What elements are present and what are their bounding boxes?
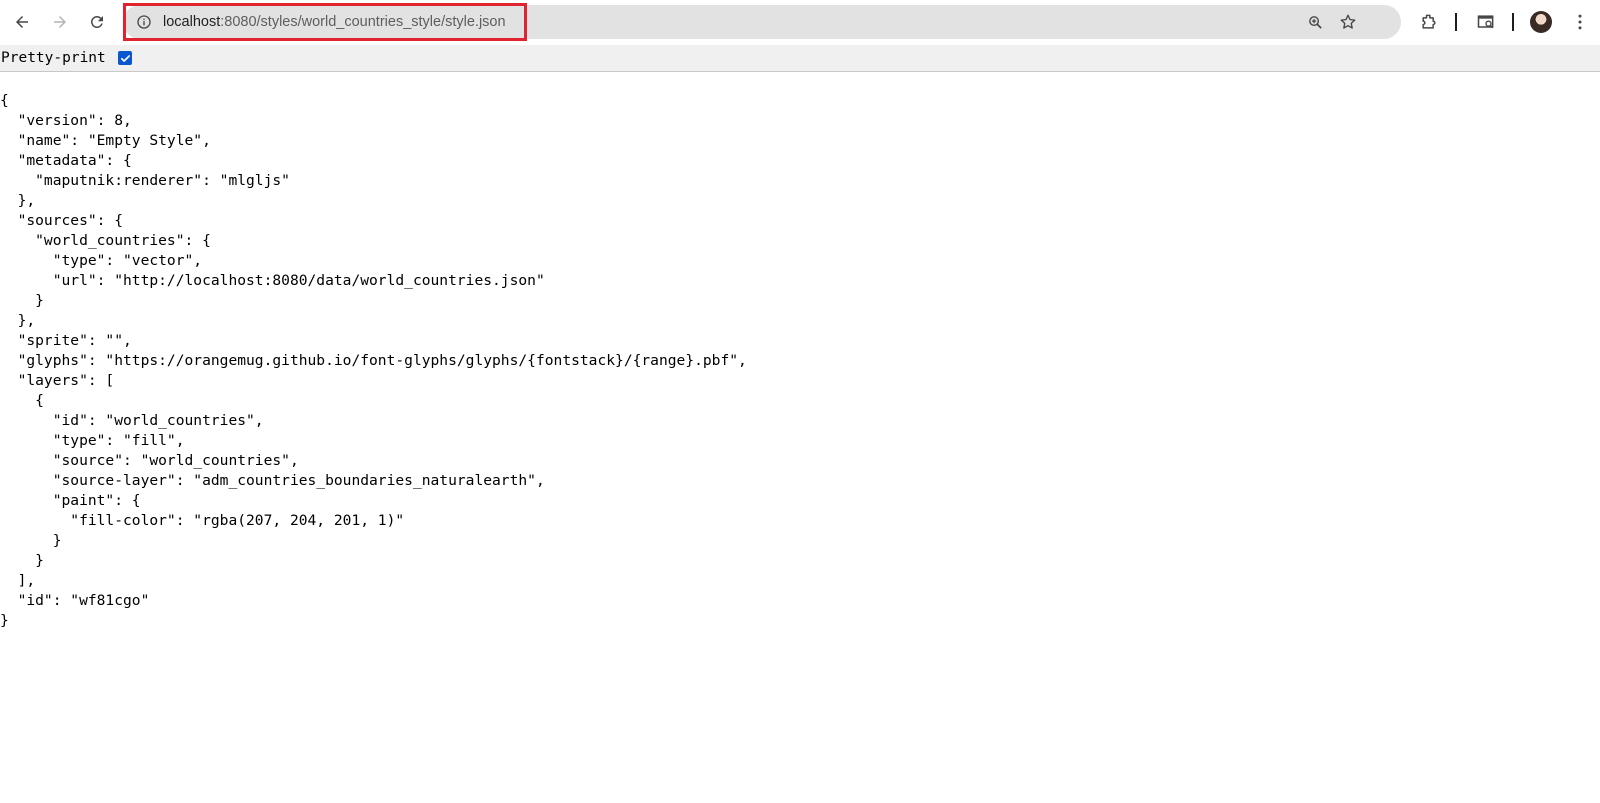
browser-toolbar: localhost:8080/styles/world_countries_st…	[0, 0, 1600, 45]
bookmark-star-icon[interactable]	[1337, 11, 1359, 33]
json-line: },	[0, 312, 36, 329]
arrow-left-icon	[16, 16, 28, 28]
json-line: "source": "world_countries",	[0, 452, 299, 469]
tab-search-icon[interactable]	[1474, 10, 1498, 34]
pretty-print-bar: Pretty-print	[0, 45, 1600, 72]
json-line: "glyphs": "https://orangemug.github.io/f…	[0, 352, 747, 369]
url-host: localhost	[163, 14, 221, 30]
json-line: }	[0, 552, 44, 569]
json-line: }	[0, 292, 44, 309]
json-line: }	[0, 532, 62, 549]
arrow-right-icon	[54, 16, 66, 28]
url-text[interactable]: localhost:8080/styles/world_countries_st…	[163, 5, 506, 39]
json-line: "layers": [	[0, 372, 115, 389]
json-line: },	[0, 192, 36, 209]
json-content: { "version": 8, "name": "Empty Style", "…	[0, 91, 747, 631]
json-line: "sprite": "",	[0, 332, 132, 349]
url-path: :8080/styles/world_countries_style/style…	[220, 14, 506, 30]
reload-icon	[90, 15, 103, 28]
json-line: "name": "Empty Style",	[0, 132, 211, 149]
json-line: "id": "wf81cgo"	[0, 592, 150, 609]
more-menu-icon[interactable]	[1568, 10, 1592, 34]
address-bar[interactable]: localhost:8080/styles/world_countries_st…	[123, 5, 1401, 39]
json-line: "sources": {	[0, 212, 124, 229]
json-line: "paint": {	[0, 492, 141, 509]
pretty-print-label: Pretty-print	[1, 50, 106, 66]
json-line: "fill-color": "rgba(207, 204, 201, 1)"	[0, 512, 405, 529]
json-line: "source-layer": "adm_countries_boundarie…	[0, 472, 545, 489]
reload-button[interactable]	[83, 8, 111, 36]
profile-avatar[interactable]	[1530, 11, 1552, 33]
checkmark-icon	[120, 54, 130, 62]
zoom-icon[interactable]	[1304, 11, 1326, 33]
json-line: {	[0, 92, 9, 109]
toolbar-separator	[1455, 13, 1457, 31]
json-line: "url": "http://localhost:8080/data/world…	[0, 272, 545, 289]
json-line: "type": "fill",	[0, 432, 185, 449]
json-line: {	[0, 392, 44, 409]
json-line: "metadata": {	[0, 152, 132, 169]
back-button[interactable]	[8, 8, 36, 36]
json-line: "type": "vector",	[0, 252, 203, 269]
toolbar-separator	[1512, 13, 1514, 31]
site-info-icon[interactable]	[133, 11, 155, 33]
json-line: }	[0, 612, 9, 629]
json-line: "maputnik:renderer": "mlgljs"	[0, 172, 290, 189]
json-line: "version": 8,	[0, 112, 132, 129]
extensions-icon[interactable]	[1417, 10, 1441, 34]
json-line: ],	[0, 572, 36, 589]
json-line: "world_countries": {	[0, 232, 211, 249]
json-line: "id": "world_countries",	[0, 412, 264, 429]
forward-button[interactable]	[46, 8, 74, 36]
pretty-print-checkbox[interactable]	[118, 51, 132, 65]
